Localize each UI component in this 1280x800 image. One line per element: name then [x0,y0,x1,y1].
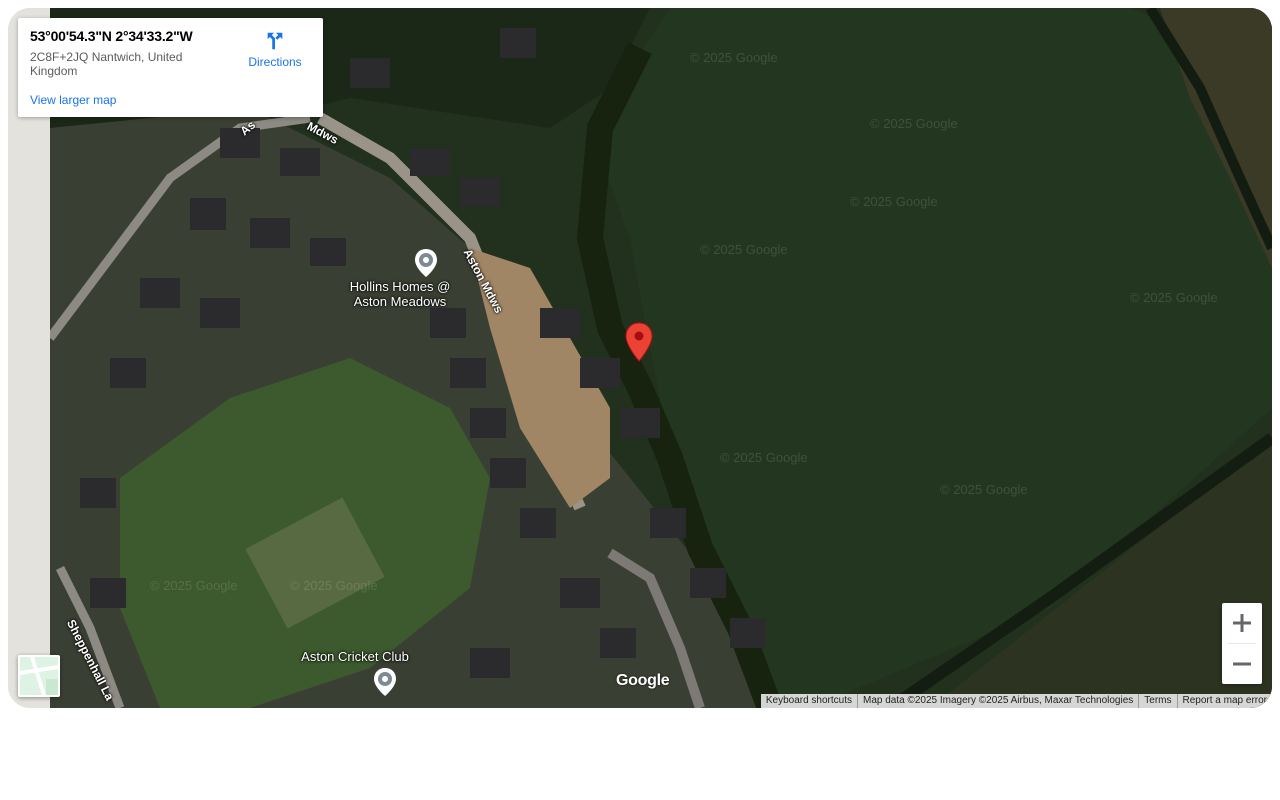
poi-marker-icon[interactable] [373,667,397,697]
map-watermark: © 2025 Google [700,242,788,257]
place-label-cricket-club[interactable]: Aston Cricket Club [285,649,425,664]
report-map-error-link[interactable]: Report a map error [1176,694,1272,708]
attribution-bar: Keyboard shortcuts Map data ©2025 Imager… [760,694,1272,708]
zoom-in-button[interactable] [1222,603,1262,643]
map-watermark: © 2025 Google [290,578,378,593]
map-watermark: © 2025 Google [720,450,808,465]
google-logo: Google [616,672,670,689]
plus-icon [1233,614,1251,632]
directions-label: Directions [248,55,302,69]
place-info-card: 53°00'54.3"N 2°34'33.2"W 2C8F+2JQ Nantwi… [18,18,323,117]
directions-button[interactable]: Directions [240,30,310,69]
location-pin-icon[interactable] [625,322,653,362]
zoom-control [1222,603,1262,684]
map-layer-thumbnail-icon [20,657,58,695]
view-larger-map-link[interactable]: View larger map [30,93,116,107]
plus-code-address: 2C8F+2JQ Nantwich, United Kingdom [30,50,183,78]
map-watermark: © 2025 Google [850,194,938,209]
keyboard-shortcuts-link[interactable]: Keyboard shortcuts [761,694,857,708]
place-label-hollins-homes[interactable]: Hollins Homes @ Aston Meadows [330,279,470,309]
directions-icon [267,32,283,50]
map-watermark: © 2025 Google [940,482,1028,497]
map-viewport[interactable]: © 2025 Google © 2025 Google © 2025 Googl… [8,8,1272,708]
map-watermark: © 2025 Google [870,116,958,131]
map-watermark: © 2025 Google [690,50,778,65]
map-watermark: © 2025 Google [1130,290,1218,305]
map-watermark: © 2025 Google [150,578,238,593]
map-layer-toggle[interactable] [18,655,60,697]
coordinates-title: 53°00'54.3"N 2°34'33.2"W [30,28,193,44]
terms-link[interactable]: Terms [1138,694,1176,708]
poi-marker-icon[interactable] [414,248,438,278]
map-data-attribution: Map data ©2025 Imagery ©2025 Airbus, Max… [857,694,1138,708]
minus-icon [1233,662,1251,666]
zoom-out-button[interactable] [1222,644,1262,684]
